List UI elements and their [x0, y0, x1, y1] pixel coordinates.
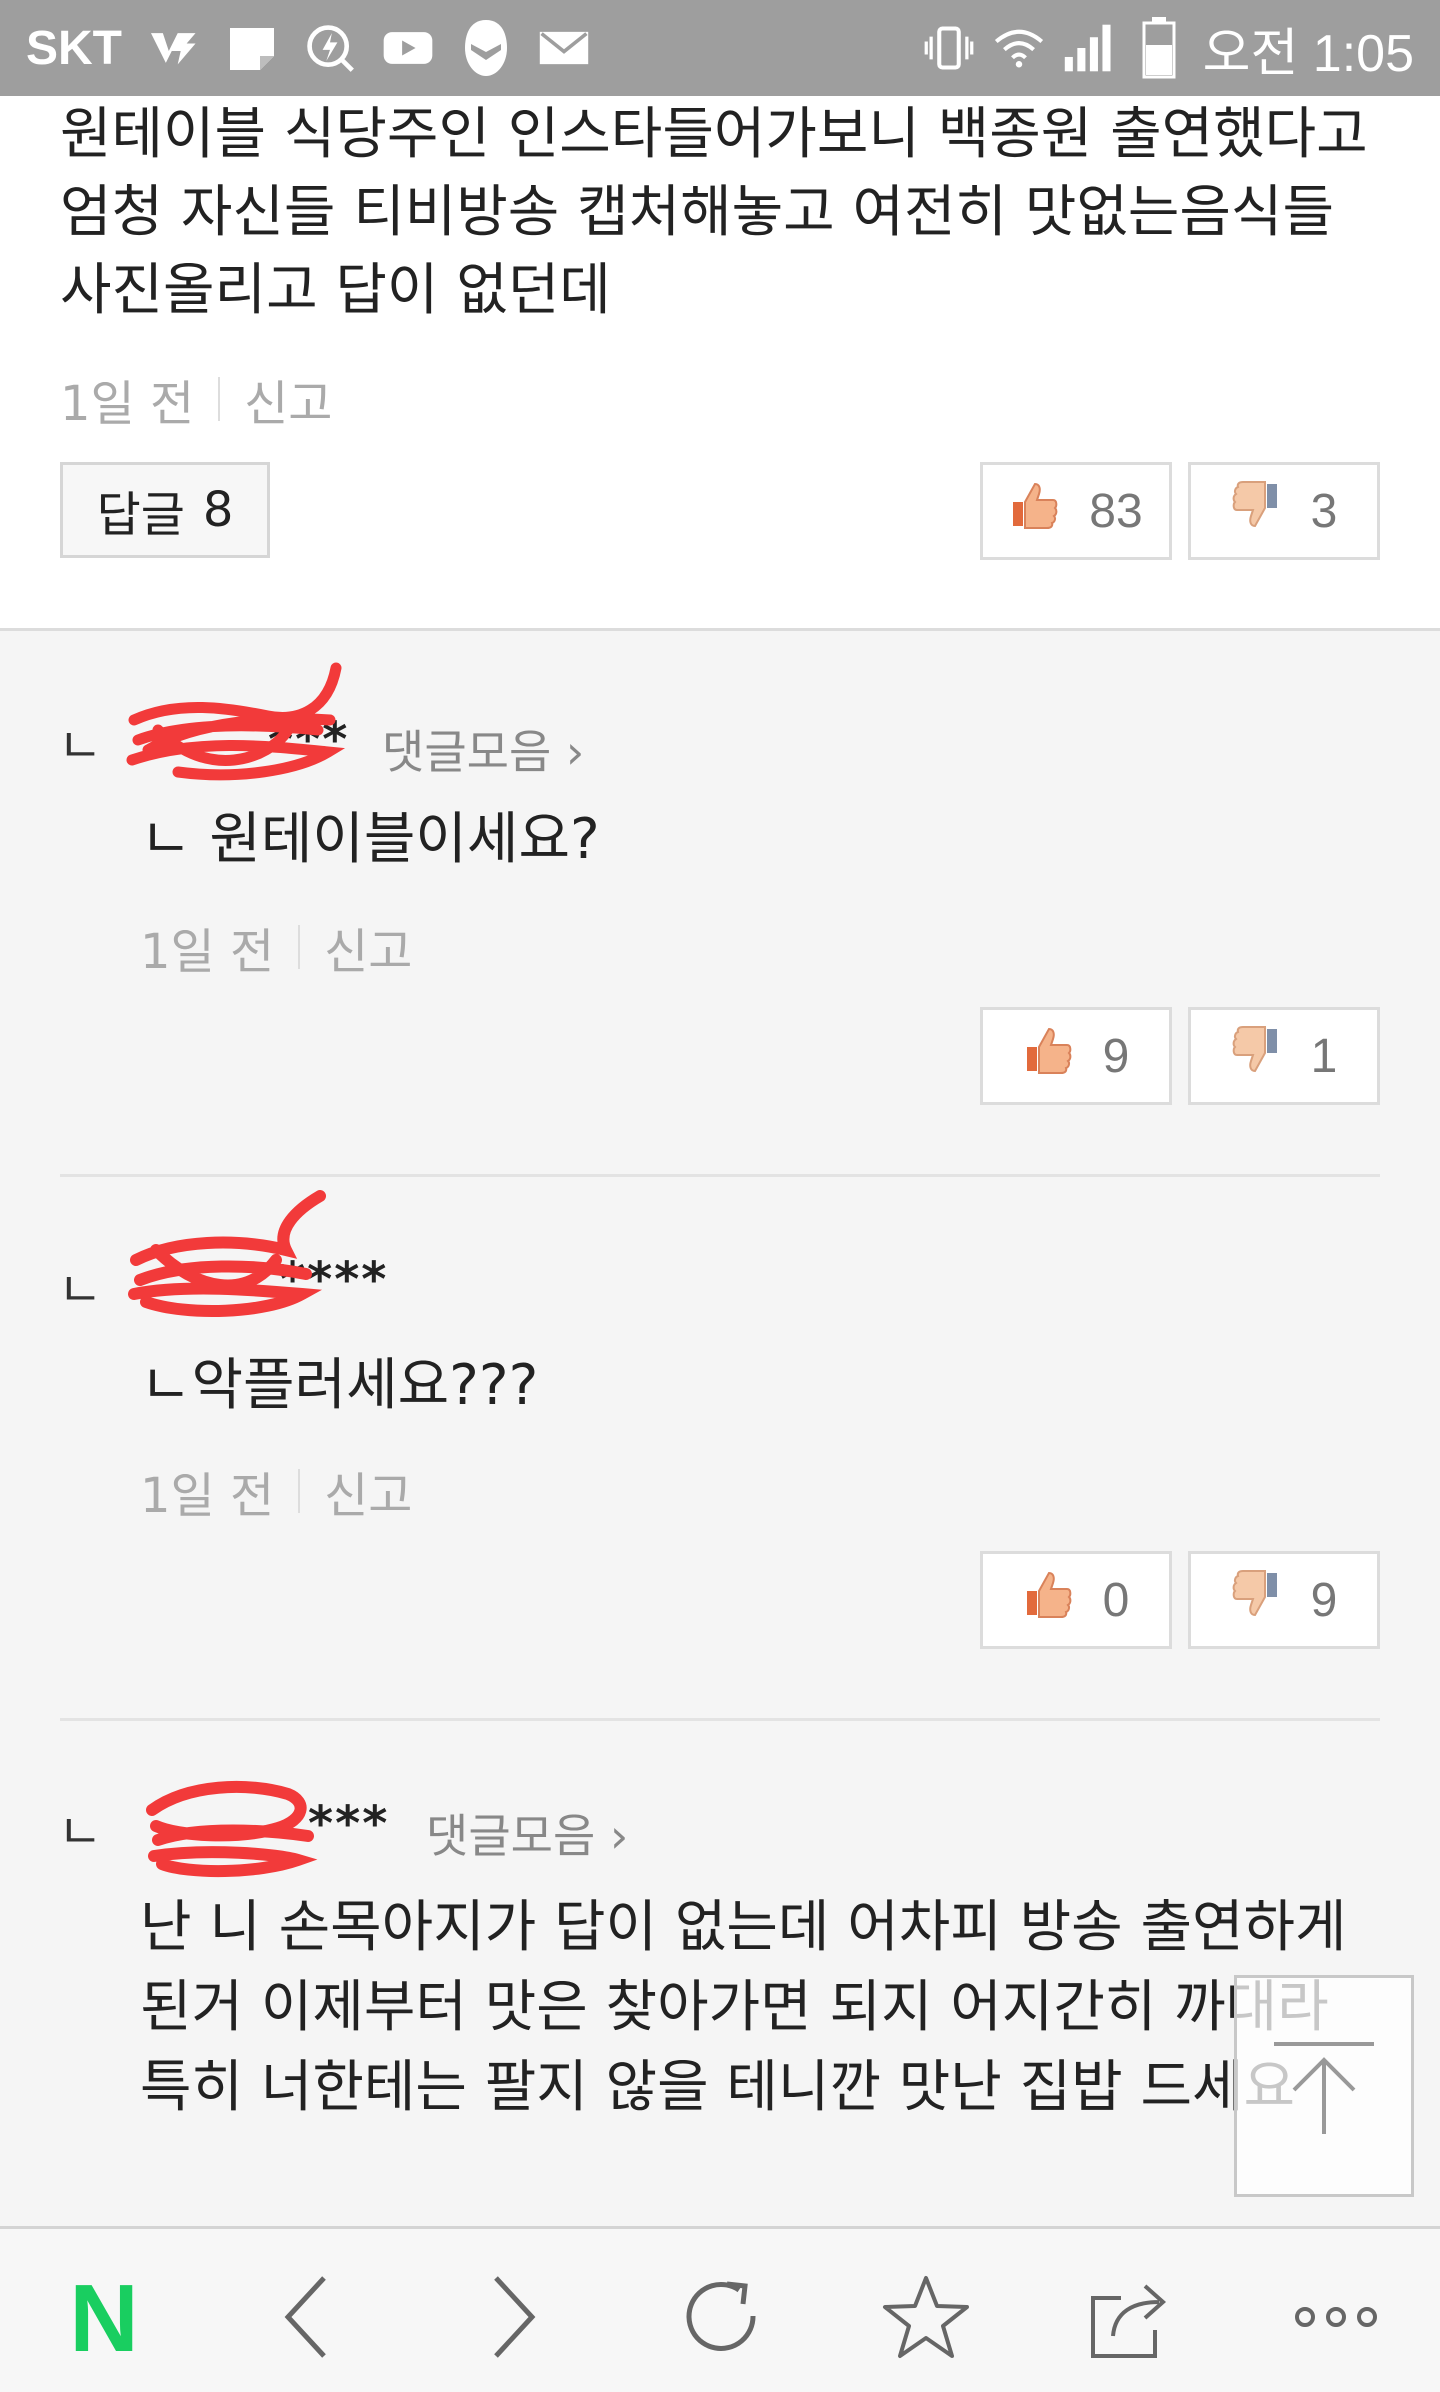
comment-text: 원테이블 식당주인 인스타들어가보니 백종원 출연했다고 엄청 자신들 티비방송… — [60, 102, 1368, 323]
refresh-button[interactable] — [672, 2269, 772, 2369]
share-icon — [1085, 2272, 1175, 2366]
youtube-icon — [382, 22, 434, 74]
status-bar: SKT 오전 1:05 — [0, 0, 1440, 96]
reply-indent-mark: ㄴ — [58, 718, 103, 774]
meta-divider — [298, 1469, 301, 1513]
power-saving-icon — [304, 22, 356, 74]
thumbs-down-icon — [1231, 480, 1281, 542]
helmet-icon — [460, 20, 512, 76]
reply-meta: 1일 전 신고 — [140, 912, 412, 982]
thumbs-down-icon — [1231, 1025, 1281, 1087]
battery-icon — [1133, 17, 1185, 79]
section-divider — [0, 628, 1440, 631]
scroll-top-button[interactable] — [1234, 1975, 1414, 2197]
like-button[interactable]: 0 — [980, 1551, 1172, 1649]
vibrate-icon — [923, 22, 975, 74]
forward-icon — [484, 2272, 544, 2366]
forward-button[interactable] — [464, 2269, 564, 2369]
dislike-button[interactable]: 1 — [1188, 1007, 1380, 1105]
dislike-count: 3 — [1310, 484, 1338, 538]
reply-text: ㄴ악플러세요??? — [140, 1353, 539, 1418]
mail-icon — [538, 22, 590, 74]
reply-text: 난 니 손목아지가 답이 없는데 어차피 방송 출연하게 된거 이제부터 맛은 … — [140, 1895, 1347, 2120]
signal-icon — [1063, 22, 1115, 74]
dislike-button[interactable]: 3 — [1188, 462, 1380, 560]
reply-divider — [60, 1718, 1380, 1721]
scroll-top-icon — [1264, 2024, 1384, 2148]
back-icon — [276, 2272, 336, 2366]
like-count: 0 — [1102, 1573, 1130, 1627]
comment-collection-link[interactable]: 댓글모음 › — [426, 1800, 628, 1866]
browser-toolbar: N — [0, 2226, 1440, 2392]
reply-time: 1일 전 — [140, 1468, 275, 1524]
refresh-icon — [677, 2272, 767, 2366]
naver-home-button[interactable]: N — [54, 2265, 154, 2372]
like-count: 9 — [1102, 1029, 1130, 1083]
thumbs-up-icon — [1023, 1025, 1073, 1087]
meta-divider — [218, 377, 221, 421]
reply-meta: 1일 전 신고 — [140, 1456, 412, 1526]
report-link[interactable]: 신고 — [324, 1456, 412, 1526]
thumbs-up-icon — [1023, 1569, 1073, 1631]
clock: 오전 1:05 — [1202, 24, 1414, 83]
thumbs-up-icon — [1009, 480, 1059, 542]
bookmark-star-icon — [881, 2272, 971, 2366]
dislike-count: 9 — [1310, 1573, 1338, 1627]
reply-time: 1일 전 — [140, 924, 275, 980]
redaction-scribble — [128, 1190, 326, 1317]
back-button[interactable] — [256, 2269, 356, 2369]
reply-text: ㄴ 원테이블이세요? — [140, 807, 600, 872]
like-button[interactable]: 83 — [980, 462, 1172, 560]
reply-indent-mark: ㄴ — [58, 1804, 103, 1860]
dislike-count: 1 — [1310, 1029, 1338, 1083]
dislike-button[interactable]: 9 — [1188, 1551, 1380, 1649]
network-logo-icon — [148, 22, 200, 74]
redaction-scribble — [146, 1780, 318, 1878]
wifi-icon — [993, 22, 1045, 74]
memo-icon — [226, 22, 278, 74]
reply-indent-mark: ㄴ — [58, 1262, 103, 1318]
redaction-scribble — [126, 662, 346, 781]
more-button[interactable] — [1286, 2269, 1386, 2369]
report-link[interactable]: 신고 — [324, 912, 412, 982]
thumbs-down-icon — [1231, 1569, 1281, 1631]
carrier-label: SKT — [26, 21, 122, 75]
reply-count: 8 — [202, 482, 234, 538]
main-comment: 원테이블 식당주인 인스타들어가보니 백종원 출연했다고 엄청 자신들 티비방송… — [0, 96, 1440, 630]
meta-divider — [298, 925, 301, 969]
more-icon — [1291, 2302, 1381, 2336]
comment-meta: 1일 전 신고 — [60, 364, 332, 434]
share-button[interactable] — [1080, 2269, 1180, 2369]
reply-label: 답글 — [96, 487, 185, 543]
bookmark-button[interactable] — [876, 2269, 976, 2369]
report-link[interactable]: 신고 — [244, 364, 332, 434]
like-button[interactable]: 9 — [980, 1007, 1172, 1105]
comment-time: 1일 전 — [60, 376, 195, 432]
naver-logo-icon: N — [69, 2265, 139, 2372]
comment-collection-link[interactable]: 댓글모음 › — [382, 716, 584, 782]
like-count: 83 — [1089, 484, 1143, 538]
reply-divider — [60, 1174, 1380, 1177]
reply-count-button[interactable]: 답글 8 — [60, 462, 270, 558]
reply-nickname[interactable]: *** — [308, 1796, 389, 1852]
